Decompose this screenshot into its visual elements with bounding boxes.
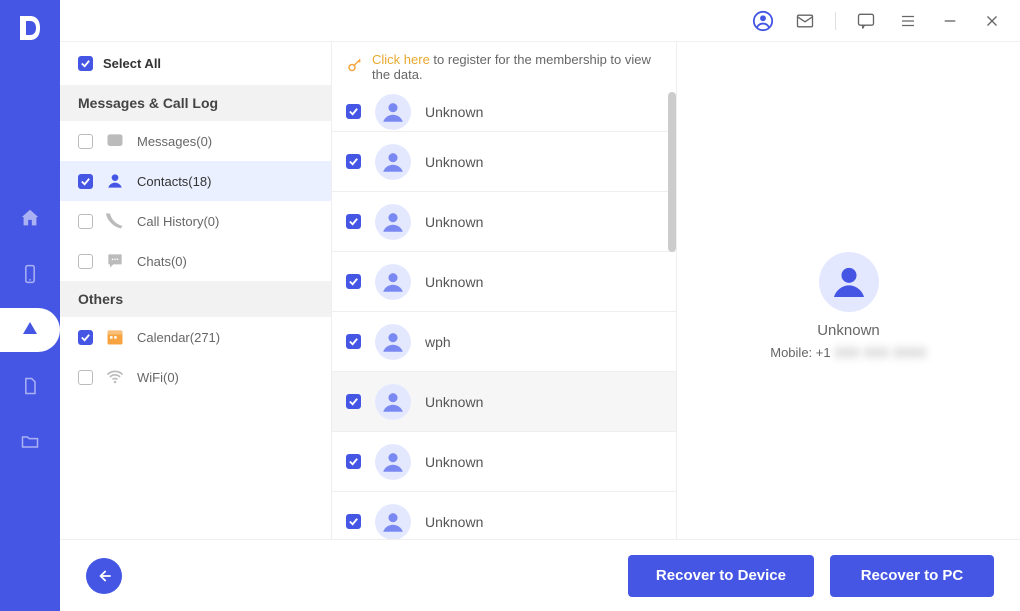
checkbox[interactable] <box>346 154 361 169</box>
checkbox[interactable] <box>346 514 361 529</box>
checkbox[interactable] <box>78 134 93 149</box>
checkbox[interactable] <box>346 104 361 119</box>
checkbox[interactable] <box>78 214 93 229</box>
sidebar-item-callhistory[interactable]: Call History(0) <box>60 201 331 241</box>
section-head-msgs: Messages & Call Log <box>60 85 331 121</box>
checkbox[interactable] <box>78 330 93 345</box>
close-icon[interactable] <box>978 7 1006 35</box>
sidebar-item-label: WiFi(0) <box>137 370 179 385</box>
minimize-icon[interactable] <box>936 7 964 35</box>
nav-cloud[interactable] <box>0 302 60 358</box>
select-all-label: Select All <box>103 56 161 71</box>
sidebar-item-label: Call History(0) <box>137 214 219 229</box>
messages-icon <box>103 129 127 153</box>
sidebar-item-messages[interactable]: Messages(0) <box>60 121 331 161</box>
checkbox[interactable] <box>346 214 361 229</box>
section-head-others: Others <box>60 281 331 317</box>
contact-name: Unknown <box>425 514 662 530</box>
contact-row[interactable]: Unknown <box>332 492 676 539</box>
nav-folder[interactable] <box>0 414 60 470</box>
contact-name: Unknown <box>425 104 662 120</box>
feedback-icon[interactable] <box>852 7 880 35</box>
chat-icon <box>103 249 127 273</box>
checkbox[interactable] <box>346 274 361 289</box>
avatar-icon <box>375 324 411 360</box>
detail-avatar <box>819 252 879 312</box>
left-nav <box>0 0 60 611</box>
detail-name: Unknown <box>817 322 880 339</box>
footer: Recover to Device Recover to PC <box>60 539 1020 611</box>
avatar-icon <box>375 94 411 130</box>
contact-name: Unknown <box>425 214 662 230</box>
promo-link[interactable]: Click here <box>372 52 430 67</box>
checkbox[interactable] <box>346 334 361 349</box>
avatar-icon <box>375 504 411 540</box>
sidebar-item-label: Calendar(271) <box>137 330 220 345</box>
menu-icon[interactable] <box>894 7 922 35</box>
calendar-icon <box>103 325 127 349</box>
contact-row[interactable]: Unknown <box>332 432 676 492</box>
contact-row[interactable]: Unknown <box>332 132 676 192</box>
sidebar-item-chats[interactable]: Chats(0) <box>60 241 331 281</box>
checkbox[interactable] <box>78 370 93 385</box>
wifi-icon <box>103 365 127 389</box>
contact-list-panel: Click here to register for the membershi… <box>332 42 677 539</box>
contact-row[interactable]: Unknown <box>332 372 676 432</box>
sidebar-item-label: Contacts(18) <box>137 174 211 189</box>
avatar-icon <box>375 204 411 240</box>
titlebar <box>0 0 1020 42</box>
recover-to-device-button[interactable]: Recover to Device <box>628 555 814 597</box>
avatar-icon <box>375 444 411 480</box>
avatar-icon <box>375 384 411 420</box>
checkbox[interactable] <box>78 174 93 189</box>
recover-to-pc-button[interactable]: Recover to PC <box>830 555 994 597</box>
contact-row[interactable]: Unknown <box>332 192 676 252</box>
contact-row[interactable]: wph <box>332 312 676 372</box>
detail-panel: Unknown Mobile: +1 000 000 0000 <box>677 42 1020 539</box>
sidebar-item-wifi[interactable]: WiFi(0) <box>60 357 331 397</box>
key-icon <box>346 57 364 78</box>
contact-name: Unknown <box>425 454 662 470</box>
contact-name: Unknown <box>425 154 662 170</box>
select-all-checkbox[interactable] <box>78 56 93 71</box>
contacts-icon <box>103 169 127 193</box>
sidebar-item-contacts[interactable]: Contacts(18) <box>60 161 331 201</box>
contact-row[interactable]: Unknown <box>332 92 676 132</box>
contact-name: Unknown <box>425 394 662 410</box>
divider <box>835 12 836 30</box>
nav-document[interactable] <box>0 358 60 414</box>
phone-icon <box>103 209 127 233</box>
sidebar-item-label: Messages(0) <box>137 134 212 149</box>
contact-name: wph <box>425 334 662 350</box>
mail-icon[interactable] <box>791 7 819 35</box>
checkbox[interactable] <box>346 454 361 469</box>
account-icon[interactable] <box>749 7 777 35</box>
detail-mobile: Mobile: +1 000 000 0000 <box>770 345 927 360</box>
nav-home[interactable] <box>0 190 60 246</box>
back-button[interactable] <box>86 558 122 594</box>
checkbox[interactable] <box>346 394 361 409</box>
category-panel: Select All Messages & Call Log Messages(… <box>60 42 332 539</box>
app-logo-icon <box>14 12 46 44</box>
contact-name: Unknown <box>425 274 662 290</box>
scrollbar-thumb[interactable] <box>668 92 676 252</box>
sidebar-item-label: Chats(0) <box>137 254 187 269</box>
contact-row[interactable]: Unknown <box>332 252 676 312</box>
promo-bar: Click here to register for the membershi… <box>332 42 676 92</box>
sidebar-item-calendar[interactable]: Calendar(271) <box>60 317 331 357</box>
avatar-icon <box>375 264 411 300</box>
select-all-row[interactable]: Select All <box>60 42 331 85</box>
nav-phone[interactable] <box>0 246 60 302</box>
checkbox[interactable] <box>78 254 93 269</box>
avatar-icon <box>375 144 411 180</box>
